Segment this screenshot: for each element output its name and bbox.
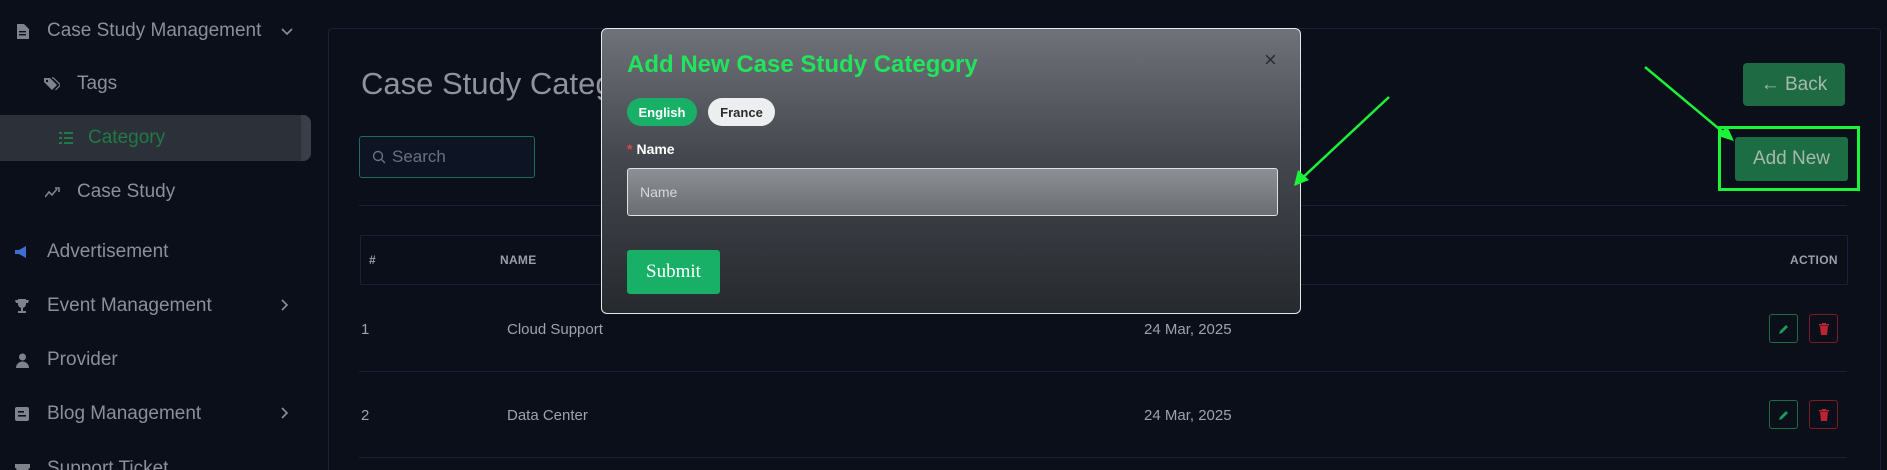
required-mark: * (627, 141, 633, 157)
language-tab-english[interactable]: English (627, 98, 697, 126)
sidebar-item-case-study-management[interactable]: Case Study Management (0, 8, 320, 54)
sidebar-item-category[interactable]: Category (0, 115, 311, 161)
ticket-icon (14, 461, 30, 470)
category-icon (58, 130, 74, 146)
sidebar-item-label: Advertisement (47, 241, 169, 262)
sidebar-item-support-ticket[interactable]: Support Ticket (0, 446, 320, 470)
trend-icon (44, 184, 60, 200)
sidebar-item-provider[interactable]: Provider (0, 337, 320, 383)
table-cell-date: 24 Mar, 2025 (1144, 407, 1232, 424)
search-placeholder: Search (392, 147, 446, 166)
column-header-index: # (369, 253, 376, 267)
delete-button[interactable] (1809, 400, 1838, 429)
add-category-modal: Add New Case Study Category × English Fr… (601, 28, 1301, 314)
sidebar-item-blog-management[interactable]: Blog Management (0, 391, 320, 437)
table-cell-name: Cloud Support (507, 321, 603, 338)
delete-button[interactable] (1809, 314, 1838, 343)
table-cell-name: Data Center (507, 407, 588, 424)
sidebar-item-advertisement[interactable]: Advertisement (0, 229, 320, 275)
row-divider (359, 457, 1847, 458)
back-button[interactable]: ← Back (1743, 63, 1845, 106)
table-cell-index: 1 (361, 321, 370, 338)
column-header-name: NAME (500, 253, 537, 267)
pencil-icon (1778, 324, 1788, 334)
annotation-highlight-box (1718, 126, 1860, 191)
chevron-down-icon (281, 24, 293, 39)
sidebar-item-label: Blog Management (47, 403, 202, 424)
megaphone-icon (14, 244, 30, 260)
sidebar-item-label: Tags (77, 73, 118, 94)
sidebar-item-label: Case Study Management (47, 20, 262, 41)
edit-button[interactable] (1769, 400, 1798, 429)
modal-title: Add New Case Study Category (627, 51, 978, 78)
close-icon[interactable]: × (1264, 47, 1277, 73)
sidebar-item-label: Category (88, 127, 166, 148)
search-icon (372, 150, 386, 169)
blog-icon (14, 406, 30, 422)
sidebar-item-label: Support Ticket (47, 458, 169, 470)
page-title: Case Study Categ (361, 66, 613, 101)
submit-button[interactable]: Submit (627, 250, 720, 294)
search-input[interactable]: Search (359, 136, 535, 178)
chevron-right-icon (281, 298, 289, 314)
sidebar-item-label: Provider (47, 349, 118, 370)
row-divider (359, 371, 1847, 372)
sidebar: Case Study Management Tags Category Case… (0, 0, 320, 470)
trophy-icon (14, 298, 30, 314)
language-tab-france[interactable]: France (708, 98, 775, 126)
sidebar-item-case-study[interactable]: Case Study (0, 169, 320, 215)
sidebar-item-event-management[interactable]: Event Management (0, 283, 320, 329)
chevron-right-icon (281, 406, 289, 422)
name-field-label: * Name (627, 141, 675, 157)
sidebar-item-label: Event Management (47, 295, 212, 316)
name-label-text: Name (636, 141, 675, 157)
table-cell-index: 2 (361, 407, 370, 424)
sidebar-item-tags[interactable]: Tags (0, 61, 320, 107)
document-icon (14, 23, 30, 39)
pencil-icon (1778, 410, 1788, 420)
name-placeholder: Name (640, 184, 678, 200)
name-field[interactable]: Name (627, 168, 1278, 216)
sidebar-item-label: Case Study (77, 181, 176, 202)
tags-icon (44, 76, 60, 92)
column-header-action: ACTION (1790, 253, 1838, 267)
trash-icon (1818, 408, 1829, 421)
edit-button[interactable] (1769, 314, 1798, 343)
trash-icon (1818, 322, 1829, 335)
user-tie-icon (14, 352, 30, 368)
table-cell-date: 24 Mar, 2025 (1144, 321, 1232, 338)
